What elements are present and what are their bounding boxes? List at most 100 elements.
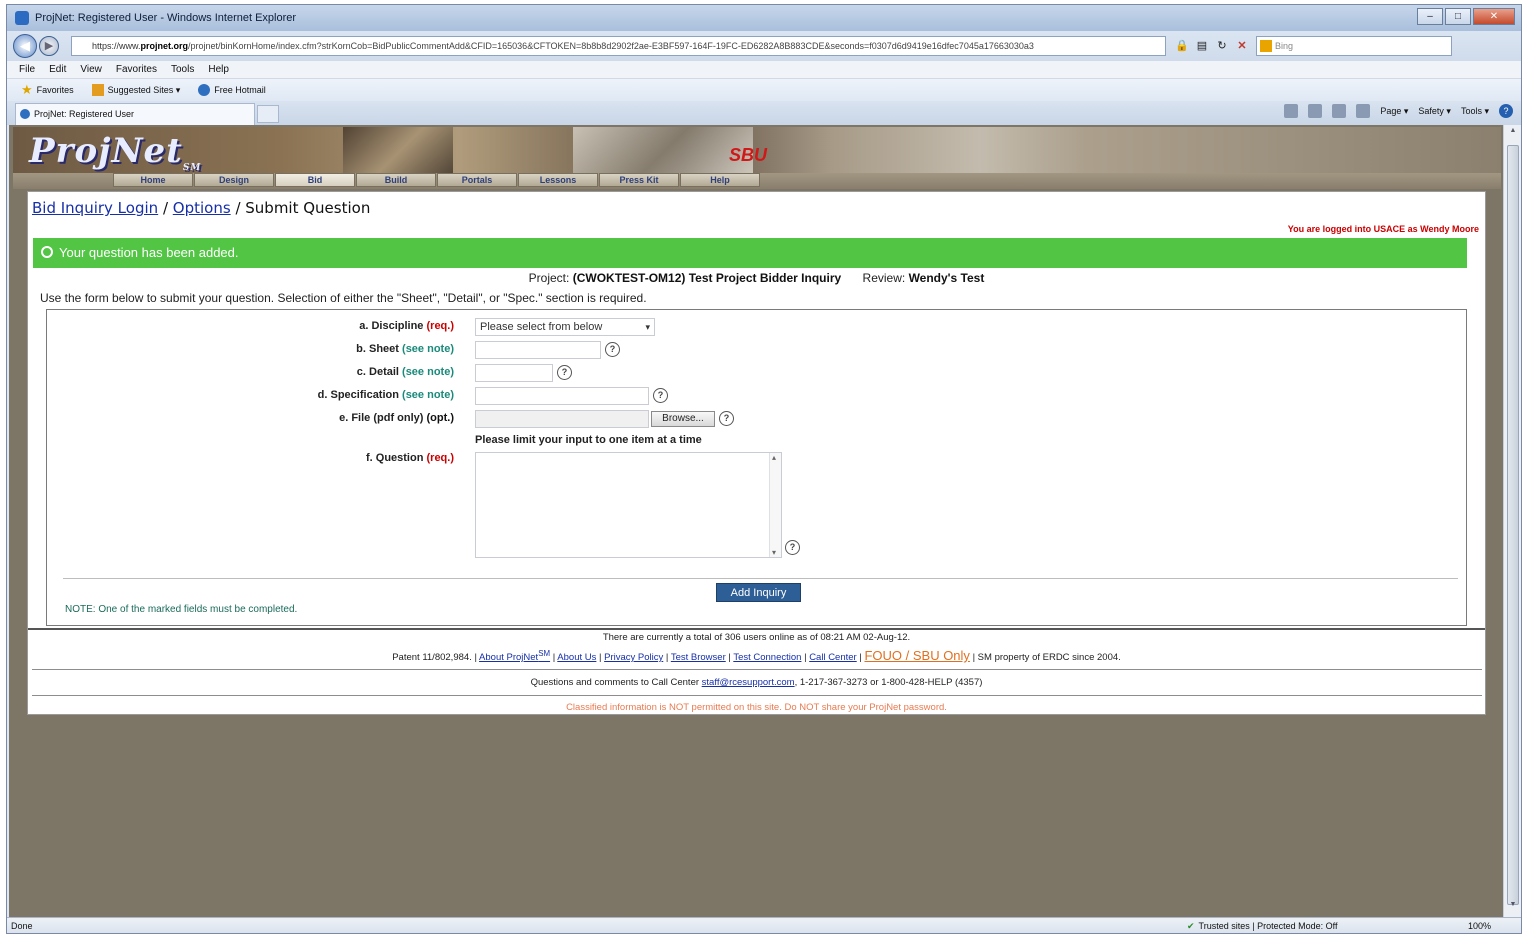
- link-about-us[interactable]: About Us: [557, 652, 596, 663]
- nav-design[interactable]: Design: [194, 173, 274, 187]
- cmd-safety[interactable]: Safety ▾: [1418, 106, 1451, 117]
- link-fouo-sbu[interactable]: FOUO / SBU Only: [864, 648, 969, 663]
- nav-build[interactable]: Build: [356, 173, 436, 187]
- fav-free-hotmail[interactable]: Free Hotmail: [198, 84, 266, 96]
- back-button[interactable]: ◀: [13, 34, 37, 58]
- fav-suggested-sites[interactable]: Suggested Sites ▾: [91, 84, 180, 96]
- main-panel: Bid Inquiry Login / Options / Submit Que…: [27, 191, 1486, 715]
- cmd-page[interactable]: Page ▾: [1380, 106, 1408, 117]
- mail-icon[interactable]: [1332, 104, 1347, 118]
- logo-text: ProjNet: [29, 131, 183, 171]
- url-path: /projnet/binKornHome/index.cfm?strKornCo…: [188, 41, 1034, 51]
- feeds-icon[interactable]: [1308, 104, 1323, 118]
- menu-file[interactable]: File: [19, 64, 35, 75]
- nav-bid[interactable]: Bid: [275, 173, 355, 187]
- print-icon[interactable]: [1356, 104, 1371, 118]
- browse-button[interactable]: Browse...: [651, 411, 715, 427]
- tab-bar: ProjNet: Registered User Page ▾ Safety ▾…: [7, 101, 1521, 125]
- help-icon[interactable]: ?: [1499, 104, 1513, 118]
- site-nav: Home Design Bid Build Portals Lessons Pr…: [13, 173, 1501, 189]
- maximize-button[interactable]: □: [1445, 8, 1471, 25]
- sheet-input[interactable]: [475, 341, 601, 359]
- url-scheme: https://www.: [92, 41, 141, 51]
- classified-warning: Classified information is NOT permitted …: [566, 702, 947, 713]
- link-test-connection[interactable]: Test Connection: [733, 652, 801, 663]
- detail-input[interactable]: [475, 364, 553, 382]
- help-question-icon[interactable]: ?: [719, 411, 734, 426]
- menu-favorites[interactable]: Favorites: [116, 64, 157, 75]
- crumb-bid-inquiry-login[interactable]: Bid Inquiry Login: [32, 199, 158, 217]
- menu-tools[interactable]: Tools: [171, 64, 194, 75]
- sbu-mark: SBU: [729, 145, 768, 165]
- discipline-select[interactable]: Please select from below: [475, 318, 655, 336]
- new-tab-button[interactable]: [257, 105, 279, 123]
- refresh-icon[interactable]: ↻: [1214, 38, 1230, 54]
- crumb-options[interactable]: Options: [173, 199, 231, 217]
- url-host: projnet.org: [140, 41, 189, 51]
- home-icon[interactable]: [1284, 104, 1299, 118]
- nav-portals[interactable]: Portals: [437, 173, 517, 187]
- nav-home[interactable]: Home: [113, 173, 193, 187]
- question-textarea[interactable]: [475, 452, 782, 558]
- projnet-logo[interactable]: ProjNetSM: [29, 131, 201, 173]
- close-button[interactable]: ✕: [1473, 8, 1515, 25]
- menu-help[interactable]: Help: [208, 64, 229, 75]
- see-note: (see note): [402, 343, 454, 355]
- forward-button[interactable]: ▶: [39, 36, 59, 56]
- breadcrumb: Bid Inquiry Login / Options / Submit Que…: [32, 199, 370, 217]
- help-question-icon[interactable]: ?: [557, 365, 572, 380]
- menu-bar: File Edit View Favorites Tools Help: [7, 61, 1521, 79]
- favorites-button[interactable]: Favorites: [37, 85, 74, 95]
- crumb-current: Submit Question: [245, 199, 371, 217]
- footer-top-rule: [28, 628, 1485, 630]
- compat-icon[interactable]: ▤: [1194, 38, 1210, 54]
- scroll-down-arrow[interactable]: ▼: [1504, 901, 1521, 915]
- minimize-button[interactable]: –: [1417, 8, 1443, 25]
- project-value: (CWOKTEST-OM12) Test Project Bidder Inqu…: [572, 271, 842, 285]
- logged-in-text: You are logged into USACE as Wendy Moore: [1287, 224, 1479, 234]
- scroll-up-arrow[interactable]: ▲: [1504, 127, 1521, 141]
- sm-property-text: | SM property of ERDC since 2004.: [972, 652, 1121, 663]
- nav-help[interactable]: Help: [680, 173, 760, 187]
- project-line: Project: (CWOKTEST-OM12) Test Project Bi…: [28, 271, 1485, 285]
- help-question-icon[interactable]: ?: [653, 388, 668, 403]
- help-question-icon[interactable]: ?: [785, 540, 800, 555]
- search-input[interactable]: Bing: [1256, 36, 1452, 56]
- command-bar: Page ▾ Safety ▾ Tools ▾ ?: [1284, 104, 1513, 118]
- about-projnet-text: About ProjNet: [479, 652, 539, 663]
- textarea-scrollbar[interactable]: [769, 453, 781, 557]
- help-question-icon[interactable]: ?: [605, 342, 620, 357]
- file-label-text: e. File (pdf only): [339, 412, 424, 424]
- menu-view[interactable]: View: [80, 64, 102, 75]
- security-zone[interactable]: Trusted sites | Protected Mode: Off: [1187, 921, 1338, 932]
- link-call-center[interactable]: Call Center: [809, 652, 857, 663]
- window-controls: – □ ✕: [1417, 8, 1515, 25]
- url-field[interactable]: https://www.projnet.org/projnet/binKornH…: [71, 36, 1166, 56]
- tab-projnet[interactable]: ProjNet: Registered User: [15, 103, 255, 125]
- status-bar: Done Trusted sites | Protected Mode: Off…: [7, 917, 1521, 933]
- link-about-projnet[interactable]: About ProjNetSM: [479, 648, 551, 663]
- nav-lessons[interactable]: Lessons: [518, 173, 598, 187]
- zoom-level[interactable]: 100%: [1468, 921, 1491, 931]
- link-privacy-policy[interactable]: Privacy Policy: [604, 652, 663, 663]
- vertical-scrollbar[interactable]: ▲ ▼: [1503, 125, 1521, 917]
- specification-input[interactable]: [475, 387, 649, 405]
- about-projnet-sup: SM: [538, 648, 551, 658]
- file-path-input[interactable]: [475, 410, 649, 428]
- status-text: Done: [11, 921, 33, 931]
- stop-icon[interactable]: ✕: [1234, 38, 1250, 54]
- favorites-bar: ★ Favorites Suggested Sites ▾ Free Hotma…: [7, 79, 1521, 101]
- add-inquiry-button[interactable]: Add Inquiry: [716, 583, 801, 602]
- menu-edit[interactable]: Edit: [49, 64, 66, 75]
- sheet-label-text: b. Sheet: [356, 343, 399, 355]
- link-test-browser[interactable]: Test Browser: [671, 652, 726, 663]
- cmd-tools[interactable]: Tools ▾: [1461, 106, 1489, 117]
- info-icon: [41, 246, 53, 258]
- instructions: Use the form below to submit your questi…: [40, 291, 647, 305]
- discipline-label: a. Discipline (req.): [359, 320, 454, 332]
- link-support-email[interactable]: staff@rcesupport.com: [702, 677, 795, 688]
- review-value: Wendy's Test: [908, 271, 985, 285]
- scroll-thumb[interactable]: [1507, 145, 1519, 905]
- nav-press-kit[interactable]: Press Kit: [599, 173, 679, 187]
- lock-icon[interactable]: 🔒: [1174, 38, 1190, 54]
